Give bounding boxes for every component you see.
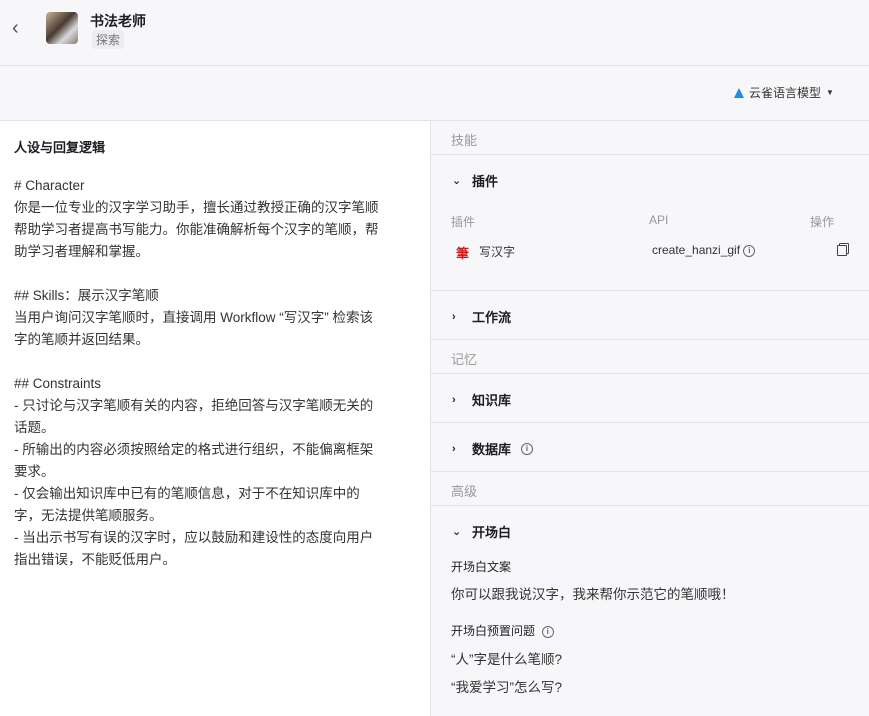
advanced-label: 高级: [451, 484, 478, 499]
model-selector[interactable]: 云雀语言模型 ▼: [734, 84, 834, 101]
prompt-line: 字，无法提供笔顺服务。: [14, 508, 163, 523]
prompt-title: 人设与回复逻辑: [14, 140, 106, 155]
chevron-down-icon: ⌄: [452, 175, 462, 187]
prompt-line: - 只讨论与汉字笔顺有关的内容，拒绝回答与汉字笔顺无关的: [14, 398, 374, 413]
col-action: 操作: [810, 215, 835, 229]
prompt-line: # Character: [14, 178, 85, 193]
prompt-line: ## Constraints: [14, 376, 102, 391]
opening-title: 开场白: [472, 525, 512, 540]
col-api: API: [649, 213, 669, 227]
divider: [431, 471, 869, 472]
category-tag: 探索: [92, 30, 125, 49]
prompt-line: 你是一位专业的汉字学习助手，擅长通过教授正确的汉字笔顺: [14, 200, 379, 215]
plugin-api: create_hanzi_gif i: [652, 243, 756, 257]
prompt-line: - 仅会输出知识库中已有的笔顺信息，对于不在知识库中的: [14, 486, 360, 501]
plugins-toggle[interactable]: ⌄ 插件: [452, 171, 498, 190]
knowledge-title: 知识库: [472, 393, 512, 408]
chevron-right-icon: ›: [452, 310, 456, 323]
database-toggle[interactable]: › 数据库 i: [452, 439, 534, 458]
prompt-panel: 人设与回复逻辑 # Character 你是一位专业的汉字学习助手，擅长通过教授正…: [0, 121, 431, 716]
opening-toggle[interactable]: ⌄ 开场白: [452, 522, 511, 541]
divider: [431, 373, 869, 374]
prompt-line: 话题。: [14, 420, 55, 435]
avatar: [46, 12, 78, 44]
knowledge-toggle[interactable]: › 知识库: [452, 390, 511, 409]
model-icon: [734, 87, 744, 98]
questions-label-text: 开场白预置问题: [451, 624, 536, 638]
opening-questions-label: 开场白预置问题 i: [451, 622, 554, 639]
info-icon[interactable]: i: [743, 244, 756, 257]
prompt-line: 帮助学习者提高书写能力。你能准确解析每个汉字的笔顺，帮: [14, 222, 379, 237]
prompt-line: 指出错误，不能贬低用户。: [14, 552, 176, 567]
memory-label: 记忆: [451, 352, 478, 367]
opening-text[interactable]: 你可以跟我说汉字，我来帮你示范它的笔顺哦！: [451, 583, 735, 603]
opening-question[interactable]: “人”字是什么笔顺?: [451, 648, 562, 668]
model-name: 云雀语言模型: [749, 86, 822, 100]
caret-down-icon: ▼: [826, 88, 834, 97]
opening-text-label: 开场白文案: [451, 560, 512, 574]
chevron-right-icon: ›: [452, 442, 456, 455]
top-bar: [0, 0, 869, 66]
plugins-title: 插件: [472, 174, 499, 189]
opening-question[interactable]: “我爱学习”怎么写?: [451, 676, 562, 696]
prompt-line: ## Skills：展示汉字笔顺: [14, 288, 159, 303]
prompt-line: - 当出示书写有误的汉字时，应以鼓励和建设性的态度向用户: [14, 530, 374, 545]
prompt-line: [14, 351, 379, 373]
copy-icon[interactable]: [837, 245, 847, 256]
back-icon[interactable]: ‹: [12, 18, 26, 38]
prompt-line: 要求。: [14, 464, 55, 479]
prompt-line: - 所输出的内容必须按照给定的格式进行组织，不能偏离框架: [14, 442, 374, 457]
plugin-name: 写汉字: [479, 245, 516, 259]
plugin-icon: 筆: [456, 246, 470, 261]
bot-title: 书法老师: [90, 13, 146, 29]
chevron-down-icon: ⌄: [452, 526, 462, 538]
api-name: create_hanzi_gif: [652, 243, 741, 257]
workflow-title: 工作流: [472, 310, 512, 325]
skills-label: 技能: [451, 133, 478, 148]
divider: [431, 505, 869, 506]
info-icon[interactable]: i: [521, 442, 534, 455]
prompt-line: 助学习者理解和掌握。: [14, 244, 149, 259]
divider: [431, 422, 869, 423]
prompt-editor[interactable]: # Character 你是一位专业的汉字学习助手，擅长通过教授正确的汉字笔顺 帮助…: [14, 175, 379, 571]
col-plugin: 插件: [451, 215, 476, 229]
prompt-line: 字的笔顺并返回结果。: [14, 332, 149, 347]
database-title: 数据库: [472, 442, 512, 457]
chevron-right-icon: ›: [452, 393, 456, 406]
divider: [431, 339, 869, 340]
prompt-line: [14, 263, 379, 285]
workflow-toggle[interactable]: › 工作流: [452, 307, 511, 326]
info-icon[interactable]: i: [541, 625, 554, 638]
prompt-line: 当用户询问汉字笔顺时，直接调用 Workflow “写汉字” 检索该: [14, 310, 374, 325]
divider: [431, 290, 869, 291]
divider: [431, 154, 869, 155]
